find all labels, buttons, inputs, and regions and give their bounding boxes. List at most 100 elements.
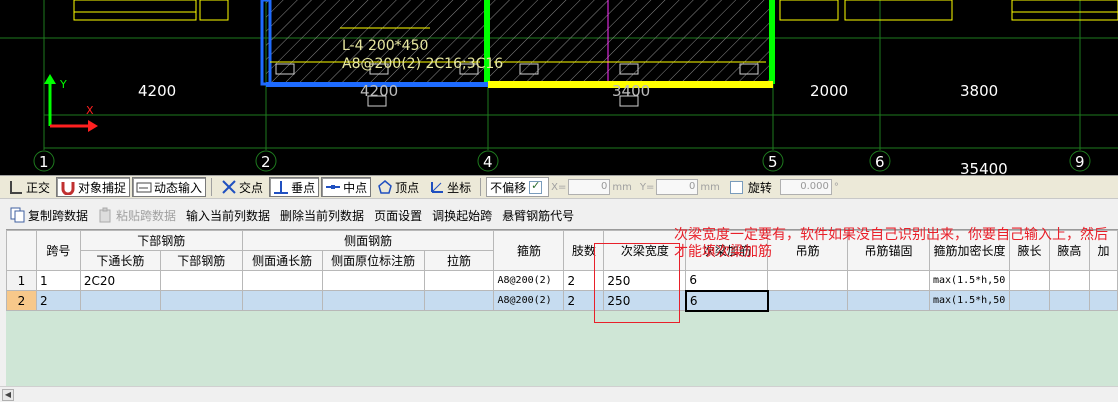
- axis-label: 6: [875, 153, 885, 171]
- cell-hanger[interactable]: [767, 290, 849, 311]
- axis-label: 1: [39, 153, 49, 171]
- cell-haunch-h[interactable]: [1048, 270, 1090, 291]
- coordinate-button[interactable]: 坐标: [425, 177, 475, 197]
- scroll-left-icon[interactable]: ◀: [2, 389, 14, 401]
- dim-label: 3400: [612, 82, 650, 100]
- cell-side-original[interactable]: [321, 270, 425, 291]
- table-row[interactable]: 2 2 A8@200(2) 2 250 6 max(1.5*h,50: [6, 289, 1118, 312]
- object-snap-button[interactable]: 对象捕捉: [56, 177, 131, 197]
- group-header-bottom: 下部钢筋: [79, 230, 243, 251]
- cell-hanger-anchor[interactable]: [847, 290, 930, 311]
- beam-label: L-4 200*450: [342, 38, 428, 54]
- x-unit: mm: [612, 181, 632, 193]
- cell-haunch-len[interactable]: [1008, 290, 1050, 311]
- input-current-col-button[interactable]: 输入当前列数据: [186, 207, 270, 224]
- perpendicular-icon: [273, 179, 289, 195]
- swap-start-span-label: 调换起始跨: [432, 208, 493, 223]
- dim-label: 35400: [960, 160, 1008, 175]
- ortho-icon: [8, 179, 24, 195]
- cad-canvas[interactable]: L-4 200*450 A8@200(2) 2C16;3C16 4200 420…: [0, 0, 1118, 175]
- dynamic-input-icon: [136, 179, 152, 195]
- axis-label: 4: [483, 153, 493, 171]
- cell-more[interactable]: [1088, 270, 1118, 291]
- page-setup-button[interactable]: 页面设置: [374, 207, 422, 224]
- table-row[interactable]: 1 1 2C20 A8@200(2) 2 250 6 max(1.5*h,50: [6, 270, 1118, 291]
- rotate-label: 旋转: [747, 180, 772, 195]
- dim-label: 2000: [810, 82, 848, 100]
- cell-span-no[interactable]: 1: [35, 270, 81, 291]
- cell-span-no[interactable]: 2: [35, 290, 81, 311]
- cell-sec-beam-add-active[interactable]: 6: [684, 289, 769, 312]
- cell-bottom-through[interactable]: 2C20: [79, 270, 161, 291]
- paste-span-label: 粘贴跨数据: [116, 208, 177, 223]
- vertex-button[interactable]: 顶点: [373, 177, 423, 197]
- dim-label: 3800: [960, 82, 998, 100]
- swap-start-span-button[interactable]: 调换起始跨: [432, 207, 492, 224]
- midpoint-icon: [325, 179, 341, 195]
- snap-toolbar: 正交 对象捕捉 动态输入 交点 垂点 中点 顶点 坐标 不偏移 X= 0 mm …: [0, 175, 1118, 199]
- cell-stirrup-dense-len[interactable]: max(1.5*h,50: [928, 290, 1010, 311]
- copy-span-button[interactable]: 复制跨数据: [10, 207, 88, 224]
- intersection-button[interactable]: 交点: [217, 177, 267, 197]
- axis-label: 2: [261, 153, 271, 171]
- row-index[interactable]: 2: [6, 290, 37, 311]
- coordinate-icon: [429, 179, 445, 195]
- col-header-stirrup[interactable]: 箍筋: [493, 230, 565, 271]
- cell-stirrup[interactable]: A8@200(2): [493, 270, 565, 291]
- col-header-bottom-steel[interactable]: 下部钢筋: [159, 250, 243, 271]
- copy-icon: [10, 207, 26, 223]
- cell-more[interactable]: [1088, 290, 1118, 311]
- dynamic-input-button[interactable]: 动态输入: [132, 177, 207, 197]
- cell-side-through[interactable]: [241, 290, 323, 311]
- cell-tie-bar[interactable]: [423, 270, 495, 291]
- input-current-col-label: 输入当前列数据: [186, 208, 271, 223]
- object-snap-label: 对象捕捉: [78, 180, 127, 195]
- copy-span-label: 复制跨数据: [28, 208, 89, 223]
- cell-stirrup[interactable]: A8@200(2): [493, 290, 565, 311]
- cell-bottom-steel[interactable]: [159, 270, 243, 291]
- row-index[interactable]: 1: [6, 270, 37, 291]
- cell-side-through[interactable]: [241, 270, 323, 291]
- drawing-area[interactable]: L-4 200*450 A8@200(2) 2C16;3C16 4200 420…: [0, 0, 1118, 175]
- paste-icon: [98, 207, 114, 223]
- rotate-checkbox[interactable]: [729, 180, 743, 194]
- y-label: Y=: [639, 181, 655, 193]
- x-input[interactable]: 0: [568, 179, 611, 195]
- delete-current-col-button[interactable]: 删除当前列数据: [280, 207, 364, 224]
- span-table-toolbar: 复制跨数据 粘贴跨数据 输入当前列数据 删除当前列数据 页面设置 调换起始跨 悬…: [0, 203, 1118, 227]
- delete-current-col-label: 删除当前列数据: [280, 208, 365, 223]
- axis-label: 9: [1075, 153, 1085, 171]
- intersection-icon: [221, 179, 237, 195]
- beam-rebar-label: A8@200(2) 2C16;3C16: [342, 56, 503, 72]
- perpendicular-button[interactable]: 垂点: [269, 177, 320, 197]
- ortho-button[interactable]: 正交: [4, 177, 54, 197]
- rotate-input[interactable]: 0.000: [779, 179, 832, 195]
- col-header-side-original[interactable]: 侧面原位标注筋: [321, 250, 425, 271]
- offset-dropdown-icon: [529, 179, 543, 194]
- group-header-side: 侧面钢筋: [241, 230, 495, 251]
- cell-haunch-h[interactable]: [1048, 290, 1090, 311]
- horizontal-scrollbar[interactable]: ◀: [0, 386, 1118, 402]
- cell-tie-bar[interactable]: [423, 290, 495, 311]
- y-input[interactable]: 0: [656, 179, 699, 195]
- midpoint-button[interactable]: 中点: [321, 177, 372, 197]
- cell-bottom-through[interactable]: [79, 290, 161, 311]
- col-header-tie-bar[interactable]: 拉筋: [423, 250, 495, 271]
- col-header-side-through[interactable]: 侧面通长筋: [241, 250, 323, 271]
- ucs-y-label: Y: [59, 78, 67, 91]
- cell-stirrup-dense-len[interactable]: max(1.5*h,50: [928, 270, 1010, 291]
- cell-bottom-steel[interactable]: [159, 290, 243, 311]
- cell-side-original[interactable]: [321, 290, 425, 311]
- cantilever-code-button[interactable]: 悬臂钢筋代号: [502, 207, 574, 224]
- page-setup-label: 页面设置: [374, 208, 423, 223]
- col-header-span-no[interactable]: 跨号: [35, 230, 81, 271]
- cell-hanger-anchor[interactable]: [847, 270, 930, 291]
- cell-hanger[interactable]: [767, 270, 849, 291]
- paste-span-button[interactable]: 粘贴跨数据: [98, 207, 176, 224]
- degree-label: °: [833, 181, 839, 193]
- cell-haunch-len[interactable]: [1008, 270, 1050, 291]
- offset-mode-select[interactable]: 不偏移: [486, 177, 550, 197]
- col-header-bottom-through[interactable]: 下通长筋: [79, 250, 161, 271]
- intersection-label: 交点: [239, 180, 264, 195]
- cell-sec-beam-add[interactable]: 6: [685, 270, 769, 291]
